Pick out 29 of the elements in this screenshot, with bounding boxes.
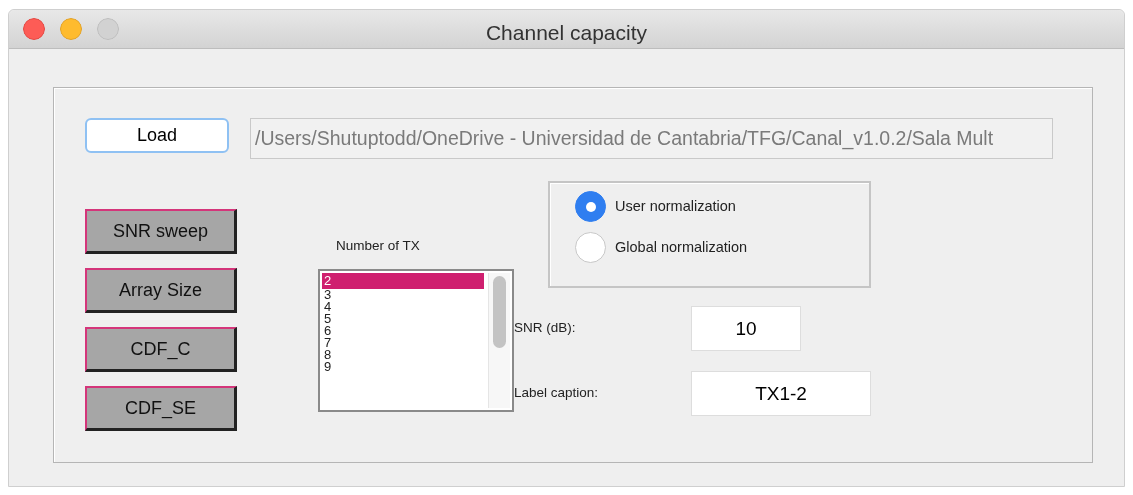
radio-button[interactable] xyxy=(575,191,606,222)
list-item[interactable]: 4 xyxy=(322,301,484,314)
list-item[interactable]: 9 xyxy=(322,361,484,374)
text-field[interactable]: TX1-2 xyxy=(691,371,871,416)
minimize-icon[interactable] xyxy=(60,18,82,40)
list-item[interactable]: 7 xyxy=(322,337,484,350)
action-button[interactable]: CDF_C xyxy=(85,327,237,372)
window-title: Channel capacity xyxy=(485,21,648,44)
radio-label: User normalization xyxy=(615,196,736,216)
list-item[interactable]: 8 xyxy=(322,349,484,362)
action-button[interactable]: Array Size xyxy=(85,268,237,313)
field-label: SNR (dB): xyxy=(514,319,577,338)
list-item[interactable]: 2 xyxy=(322,273,484,290)
close-icon[interactable] xyxy=(23,18,45,40)
field-label: Label caption: xyxy=(514,384,600,403)
load-button[interactable]: Load xyxy=(85,118,229,153)
file-path-field[interactable]: /Users/Shutuptodd/OneDrive - Universidad de Cantabria/TFG/Canal_v1.0.2/Sala Mult xyxy=(250,118,1053,159)
zoom-icon xyxy=(97,18,119,40)
scrollbar[interactable] xyxy=(488,273,510,409)
action-button[interactable]: CDF_SE xyxy=(85,386,237,431)
list-item[interactable]: 3 xyxy=(322,289,484,302)
radio-button[interactable] xyxy=(575,232,606,263)
list-label: Number of TX xyxy=(336,237,421,255)
radio-label: Global normalization xyxy=(615,237,748,257)
action-button[interactable]: SNR sweep xyxy=(85,209,237,254)
list-item[interactable]: 5 xyxy=(322,313,484,326)
text-field[interactable]: 10 xyxy=(691,306,801,351)
list-item[interactable]: 6 xyxy=(322,325,484,338)
tx-listbox[interactable]: 2 3 4 5 6 7 8 9 xyxy=(318,269,514,413)
